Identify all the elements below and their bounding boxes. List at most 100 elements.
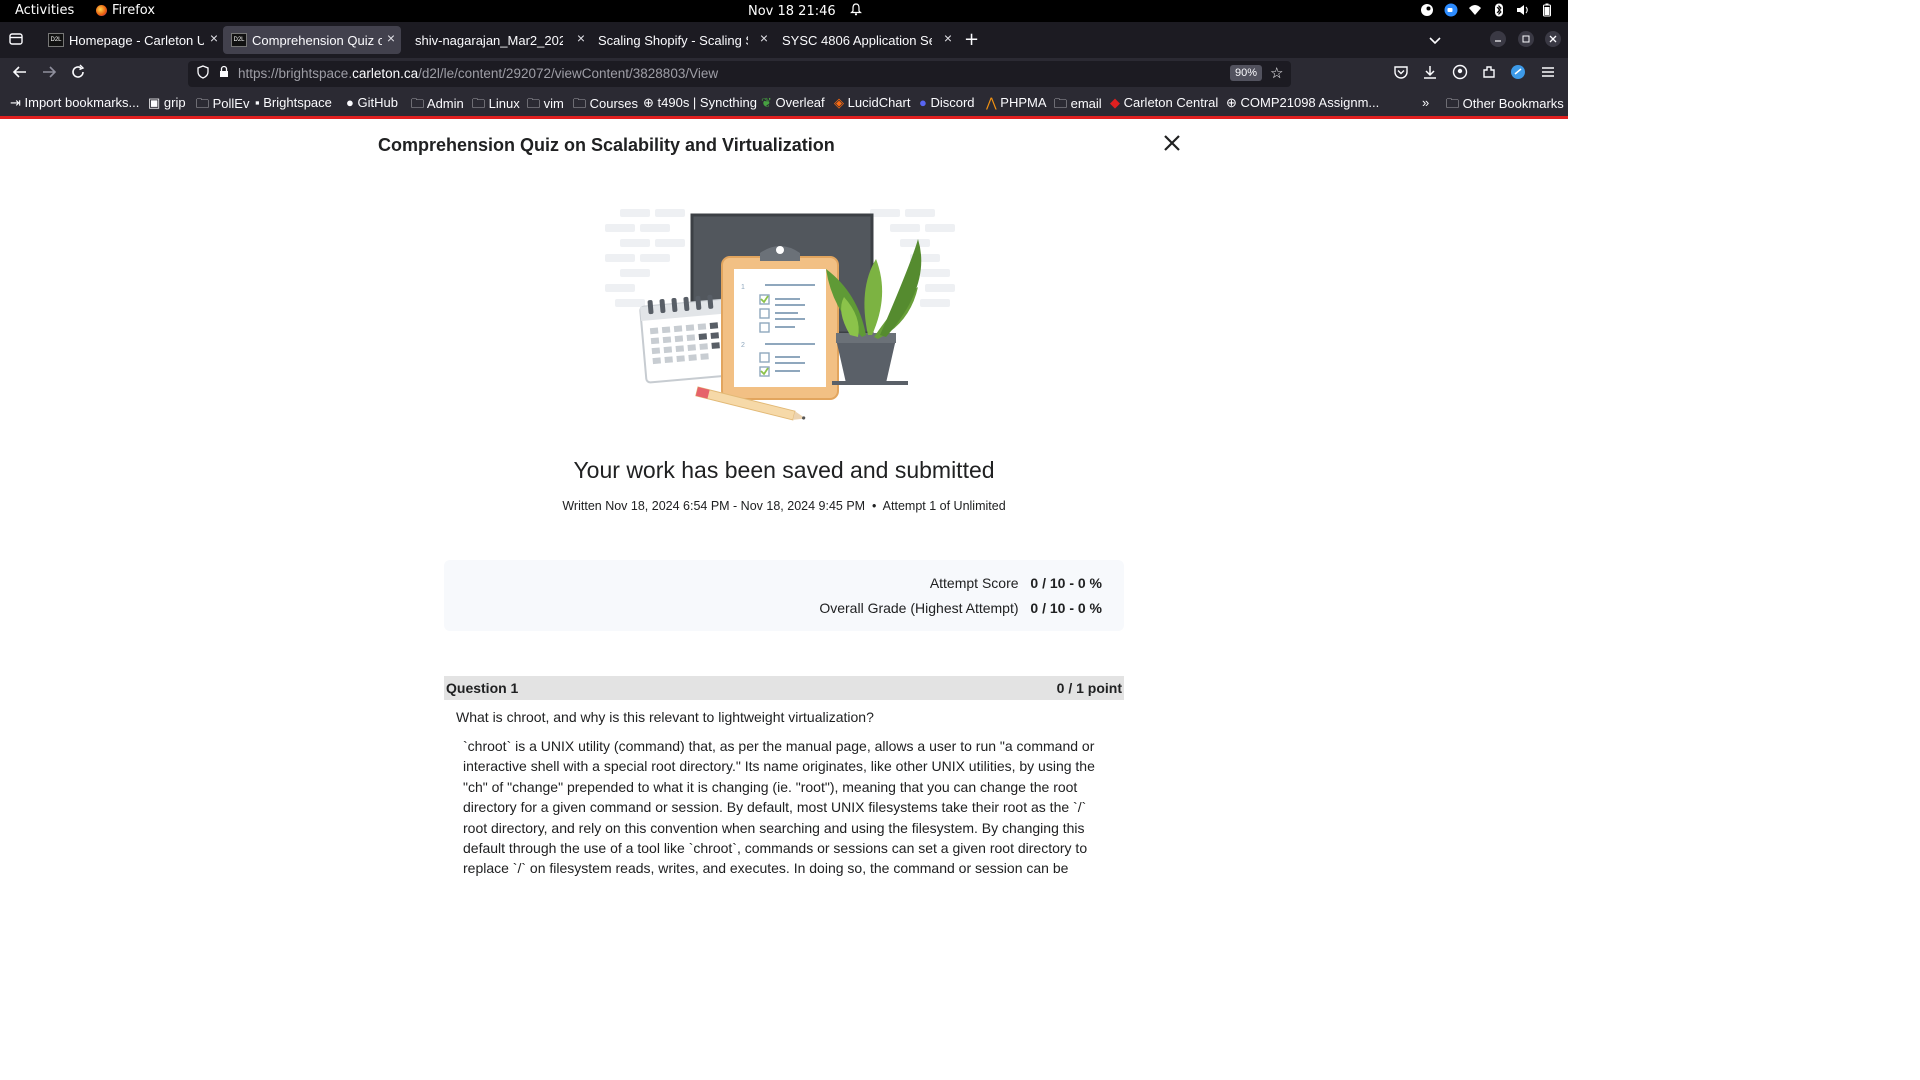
bookmark-import[interactable]: ⇥ Import bookmarks... <box>10 95 139 111</box>
tab-close-icon[interactable]: × <box>944 30 952 46</box>
bookmark-admin[interactable]: 🗀 Admin <box>411 95 464 117</box>
folder-icon: 🗀 <box>472 96 489 111</box>
bookmarks-toolbar: ⇥ Import bookmarks... ▣ grip 🗀 PollEv ▪ … <box>0 90 1568 116</box>
forward-arrow-icon[interactable] <box>41 64 57 84</box>
d2l-favicon-icon: D2L <box>48 33 64 47</box>
tab-comprehension-quiz[interactable]: D2L Comprehension Quiz on × <box>223 26 401 54</box>
attempt-score-row: Attempt Score 0 / 10 - 0 % <box>930 575 1102 591</box>
overall-grade-value: 0 / 10 - 0 % <box>1030 600 1102 616</box>
tab-shiv-nagarajan[interactable]: shiv-nagarajan_Mar2_2020. × <box>407 26 591 54</box>
reload-icon[interactable] <box>70 64 86 84</box>
pocket-icon[interactable] <box>1393 64 1409 84</box>
address-bar[interactable]: https://brightspace.carleton.ca/d2l/le/c… <box>188 61 1291 87</box>
bookmark-discord[interactable]: ● Discord <box>919 95 975 110</box>
phpmyadmin-icon: ⋀ <box>986 95 1001 110</box>
wifi-icon <box>1469 5 1481 15</box>
bookmark-other[interactable]: 🗀 Other Bookmarks <box>1446 95 1564 117</box>
d2l-favicon-icon: D2L <box>231 33 247 47</box>
tab-bar: D2L Homepage - Carleton Ur × D2L Compreh… <box>0 22 1568 58</box>
folder-icon: 🗀 <box>411 96 427 111</box>
globe-icon: ⊕ <box>643 95 658 110</box>
bookmark-overleaf[interactable]: ❦ Overleaf <box>761 95 825 111</box>
tab-close-icon[interactable]: × <box>760 30 768 46</box>
bookmark-carleton-central[interactable]: ◆ Carleton Central <box>1110 95 1218 111</box>
folder-icon: 🗀 <box>573 96 590 111</box>
restore-window-icon[interactable] <box>1518 31 1534 47</box>
url-text: https://brightspace.carleton.ca/d2l/le/c… <box>238 66 719 81</box>
question-answer: `chroot` is a UNIX utility (command) tha… <box>463 738 1095 877</box>
battery-icon <box>1543 3 1551 17</box>
tab-close-icon[interactable]: × <box>577 30 585 46</box>
discord-icon: ● <box>919 95 931 110</box>
bookmark-star-icon[interactable]: ☆ <box>1270 64 1283 82</box>
volume-icon <box>1517 5 1528 15</box>
back-arrow-icon[interactable] <box>12 64 28 84</box>
tracking-protection-shield-icon[interactable] <box>196 65 210 82</box>
github-icon: ● <box>346 95 358 110</box>
bookmark-phpma[interactable]: ⋀ PHPMA <box>986 95 1047 111</box>
quiz-submission-page: Comprehension Quiz on Scalability and Vi… <box>0 119 1568 882</box>
lucidchart-icon: ◈ <box>834 95 848 110</box>
tab-scaling-shopify[interactable]: Scaling Shopify - Scaling Shc × <box>590 26 774 54</box>
bookmark-syncthing[interactable]: ⊕ t490s | Syncthing <box>643 95 757 111</box>
close-icon[interactable] <box>1163 131 1181 159</box>
bookmark-brightspace[interactable]: ▪ Brightspace <box>255 95 332 110</box>
tab-label: SYSC 4806 Application Secu <box>782 32 932 48</box>
bookmark-email[interactable]: 🗀 email <box>1054 95 1102 117</box>
menu-hamburger-icon[interactable] <box>1540 64 1556 84</box>
quiz-submitted-illustration: 1 2 <box>605 209 955 421</box>
grip-icon: ▣ <box>148 95 164 110</box>
overall-grade-row: Overall Grade (Highest Attempt) 0 / 10 -… <box>819 600 1102 616</box>
zoom-icon <box>1444 3 1458 17</box>
bookmark-grip[interactable]: ▣ grip <box>148 95 186 111</box>
close-window-icon[interactable] <box>1545 31 1561 47</box>
bookmark-vim[interactable]: 🗀 vim <box>527 95 564 117</box>
clock[interactable]: Nov 18 21:46 <box>748 3 862 20</box>
lock-icon[interactable] <box>218 65 230 81</box>
written-timestamp: Written Nov 18, 2024 6:54 PM - Nov 18, 2… <box>562 499 866 513</box>
account-icon[interactable] <box>1452 64 1468 84</box>
app-name: Firefox <box>112 3 156 18</box>
tab-close-icon[interactable]: × <box>387 30 395 46</box>
bookmark-linux[interactable]: 🗀 Linux <box>472 95 520 117</box>
downloads-icon[interactable] <box>1422 64 1438 84</box>
attempt-details: Written Nov 18, 2024 6:54 PM - Nov 18, 2… <box>0 499 1568 513</box>
attempt-count: Attempt 1 of Unlimited <box>882 499 1006 513</box>
extensions-icon[interactable] <box>1481 64 1497 84</box>
system-tray[interactable] <box>1420 3 1554 17</box>
bookmark-courses[interactable]: 🗀 Courses <box>573 95 638 117</box>
tab-homepage[interactable]: D2L Homepage - Carleton Ur × <box>40 26 224 54</box>
bookmark-lucidchart[interactable]: ◈ LucidChart <box>834 95 910 111</box>
bluetooth-icon <box>1495 3 1503 17</box>
folder-icon: 🗀 <box>1054 96 1071 111</box>
bookmark-comp21098[interactable]: ⊕ COMP21098 Assignm... <box>1226 95 1379 111</box>
zoom-level-badge[interactable]: 90% <box>1230 65 1263 81</box>
extension-blue-icon[interactable] <box>1510 64 1526 84</box>
minimize-window-icon[interactable] <box>1490 31 1506 47</box>
bookmarks-overflow-icon[interactable]: » <box>1422 95 1429 110</box>
globe-icon: ⊕ <box>1226 95 1241 110</box>
tab-sysc-4806[interactable]: SYSC 4806 Application Secu × <box>774 26 958 54</box>
svg-text:1: 1 <box>741 284 745 291</box>
question-points: 0 / 1 point <box>1056 680 1122 696</box>
folder-icon: 🗀 <box>1446 96 1463 111</box>
app-menu[interactable]: Firefox <box>96 3 155 18</box>
navigation-toolbar: https://brightspace.carleton.ca/d2l/le/c… <box>0 58 1568 90</box>
svg-text:2: 2 <box>741 342 745 349</box>
notification-bell-icon <box>849 3 862 20</box>
new-tab-icon[interactable]: + <box>964 29 979 50</box>
attempt-score-label: Attempt Score <box>929 575 1019 591</box>
activities-button[interactable]: Activities <box>15 3 74 18</box>
tab-close-icon[interactable]: × <box>210 30 218 46</box>
firefox-icon <box>96 5 107 16</box>
firefox-view-icon[interactable] <box>9 31 23 50</box>
bookmark-pollev[interactable]: 🗀 PollEv <box>196 95 249 117</box>
question-label: Question 1 <box>446 680 519 696</box>
tab-label: Homepage - Carleton Ur <box>69 32 204 48</box>
overleaf-icon: ❦ <box>761 95 776 110</box>
carleton-icon: ◆ <box>1110 95 1124 110</box>
bookmark-github[interactable]: ● GitHub <box>346 95 398 110</box>
page-title: Comprehension Quiz on Scalability and Vi… <box>378 135 835 155</box>
list-all-tabs-icon[interactable] <box>1428 31 1442 50</box>
steam-icon <box>1421 4 1433 16</box>
